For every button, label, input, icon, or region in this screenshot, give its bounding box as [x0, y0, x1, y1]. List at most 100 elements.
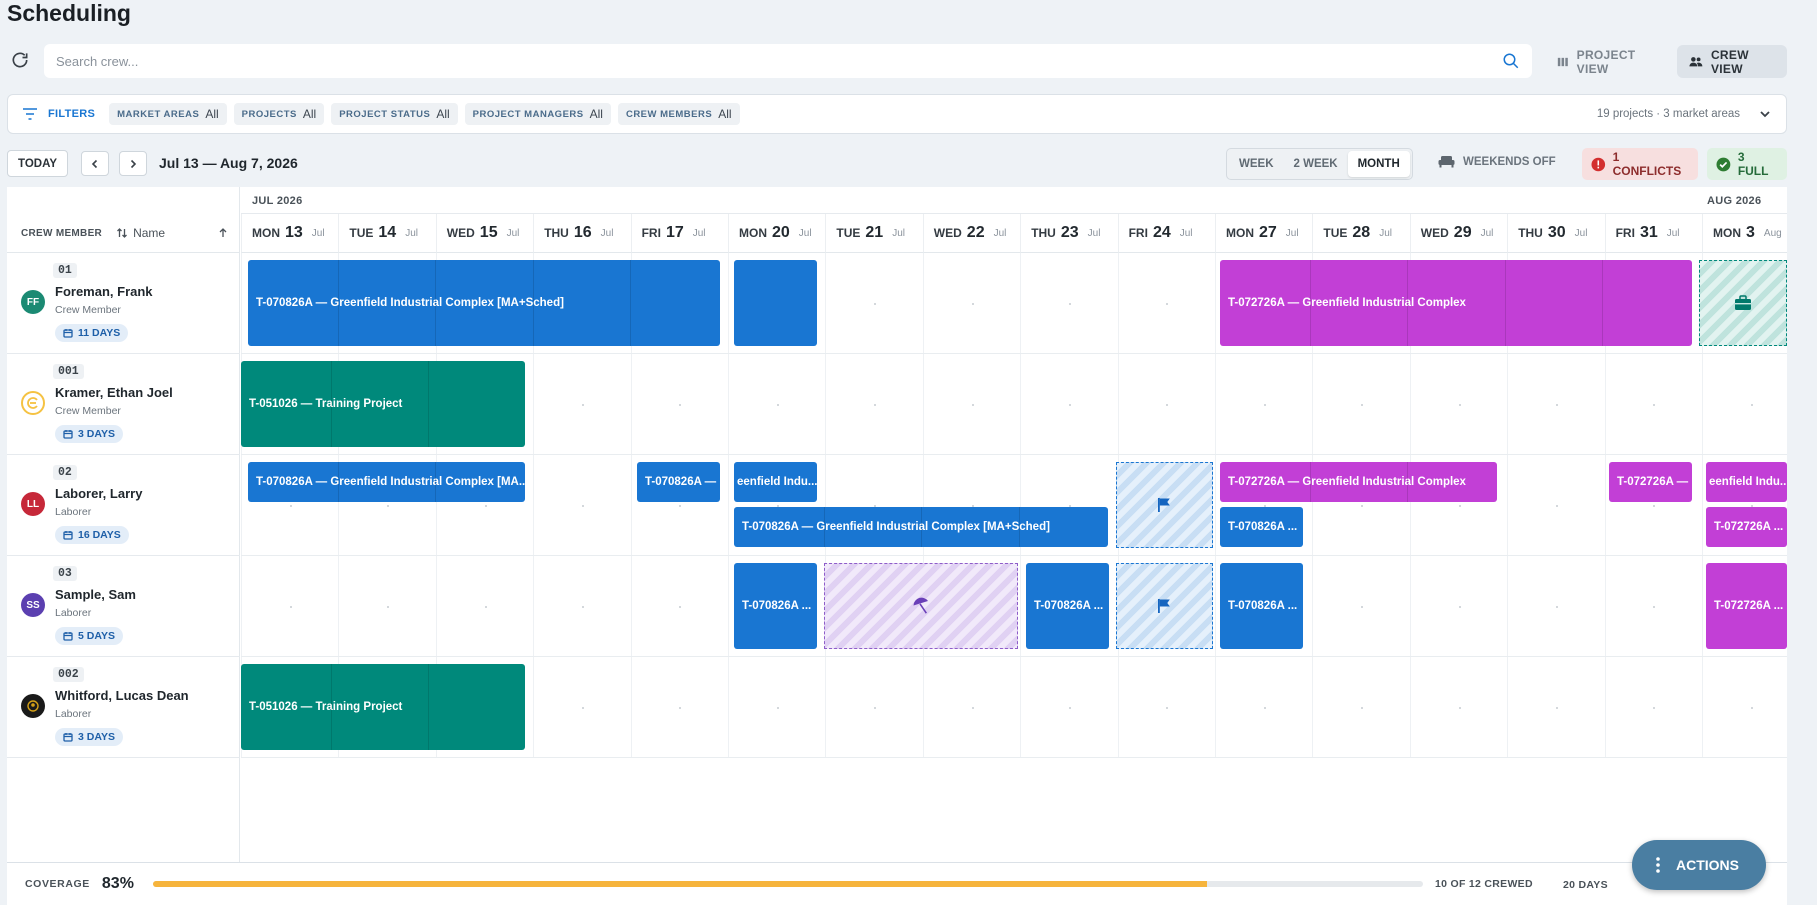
range-2week-button[interactable]: 2 WEEK	[1284, 151, 1348, 177]
day-header: TUE 14 Jul	[338, 214, 436, 253]
range-month-button[interactable]: MONTH	[1347, 151, 1410, 177]
actions-button[interactable]: ACTIONS	[1632, 840, 1766, 890]
chevron-right-icon	[130, 159, 137, 168]
day-month: Jul	[1087, 227, 1101, 239]
search-icon[interactable]	[1502, 52, 1520, 70]
filters-summary-text: 19 projects · 3 market areas	[1596, 108, 1740, 120]
empty-cell-dot	[1458, 606, 1461, 608]
crew-name[interactable]: Kramer, Ethan Joel	[55, 385, 173, 400]
refresh-icon	[12, 52, 28, 68]
assignment-block[interactable]: T-072726A — Greenfield Industrial Comple…	[1220, 260, 1692, 346]
filter-chip-crew-members[interactable]: CREW MEMBERS All	[617, 103, 740, 125]
chip-key: MARKET AREAS	[117, 108, 200, 120]
assignment-label: T-070826A — Greenfield Industrial Comple…	[742, 521, 1050, 533]
assignment-block[interactable]: T-070826A —	[637, 462, 720, 502]
day-number: 13	[285, 224, 303, 241]
availability-marker[interactable]	[824, 563, 1018, 649]
day-month: Aug	[1763, 227, 1782, 239]
row-divider	[241, 656, 1787, 657]
assignment-block[interactable]: T-072726A ...	[1706, 507, 1787, 547]
assignment-block[interactable]: T-070826A — Greenfield Industrial Comple…	[248, 462, 525, 502]
day-month: Jul	[1574, 227, 1588, 239]
assignment-block[interactable]: eenfield Indu...	[734, 462, 817, 502]
chevron-down-icon[interactable]	[1758, 107, 1772, 121]
crew-row[interactable]: 001 Kramer, Ethan Joel Crew Member 3 DAY…	[7, 354, 240, 455]
assignment-block[interactable]: T-070826A — Greenfield Industrial Comple…	[248, 260, 720, 346]
day-header: WED 29 Jul	[1409, 214, 1508, 253]
assignment-block[interactable]: T-070826A ...	[1220, 563, 1303, 649]
filter-icon	[23, 108, 37, 120]
crew-days-label: 16 DAYS	[78, 529, 121, 541]
crew-number: 002	[53, 667, 84, 682]
crew-number: 02	[53, 465, 77, 480]
crew-days-badge: 5 DAYS	[55, 627, 123, 645]
crew-row[interactable]: 01 FF Foreman, Frank Crew Member 11 DAYS	[7, 253, 240, 354]
assignment-label: eenfield Indu...	[1709, 476, 1787, 488]
availability-marker[interactable]	[1699, 260, 1787, 346]
crew-name[interactable]: Laborer, Larry	[55, 486, 142, 501]
day-month: Jul	[692, 227, 706, 239]
project-view-label: PROJECT VIEW	[1576, 47, 1636, 76]
month-strip: JUL 2026 AUG 2026	[241, 187, 1787, 214]
empty-cell-dot	[776, 707, 779, 709]
sort-control[interactable]: Name	[116, 226, 165, 240]
assignment-block[interactable]: T-072726A ...	[1706, 563, 1787, 649]
search-input[interactable]	[56, 53, 1502, 69]
weekends-label: WEEKENDS OFF	[1463, 155, 1556, 168]
availability-marker[interactable]	[1116, 462, 1213, 548]
chip-key: CREW MEMBERS	[625, 108, 713, 120]
arrow-up-icon[interactable]	[218, 228, 228, 238]
crew-name[interactable]: Sample, Sam	[55, 587, 136, 602]
assignment-block[interactable]: T-070826A ...	[1220, 507, 1303, 547]
range-selector: WEEK 2 WEEK MONTH	[1226, 148, 1413, 180]
assignment-block[interactable]: T-070826A ...	[1026, 563, 1109, 649]
day-of-week: TUE	[349, 226, 374, 240]
calendar-icon	[63, 430, 73, 439]
filter-chip-project-status[interactable]: PROJECT STATUS All	[331, 103, 458, 125]
avatar	[21, 391, 45, 415]
range-week-button[interactable]: WEEK	[1229, 151, 1284, 177]
more-vertical-icon	[1656, 857, 1660, 873]
next-button[interactable]	[119, 151, 147, 176]
assignment-block[interactable]: T-051026 — Training Project	[241, 361, 525, 447]
conflicts-button[interactable]: 1 CONFLICTS	[1582, 148, 1698, 180]
filter-chip-project-managers[interactable]: PROJECT MANAGERS All	[464, 103, 611, 125]
filters-toggle[interactable]: FILTERS	[22, 107, 95, 121]
prev-button[interactable]	[81, 151, 109, 176]
today-button[interactable]: TODAY	[7, 150, 68, 177]
day-number: 30	[1547, 224, 1566, 241]
assignment-block[interactable]: T-072726A — Greenfield Industrial Comple…	[1220, 462, 1497, 502]
assignment-label: T-051026 — Training Project	[249, 701, 403, 713]
day-number: 15	[479, 224, 498, 241]
crew-row[interactable]: 002 Whitford, Lucas Dean Laborer 3 DAYS	[7, 657, 240, 758]
project-view-button[interactable]: PROJECT VIEW	[1545, 45, 1667, 78]
assignment-block[interactable]	[734, 260, 817, 346]
availability-marker[interactable]	[1116, 563, 1213, 649]
day-of-week: WED	[933, 226, 962, 240]
crew-row[interactable]: 03 SS Sample, Sam Laborer 5 DAYS	[7, 556, 240, 657]
assignment-block[interactable]: eenfield Indu...	[1706, 462, 1787, 502]
assignment-block[interactable]: T-070826A ...	[734, 563, 817, 649]
refresh-button[interactable]	[10, 50, 30, 70]
assignment-block[interactable]: T-051026 — Training Project	[241, 664, 525, 750]
umbrella-icon	[913, 597, 928, 614]
chip-key: PROJECTS	[241, 108, 297, 120]
filter-chip-market-areas[interactable]: MARKET AREAS All	[109, 103, 227, 125]
crew-name[interactable]: Whitford, Lucas Dean	[55, 688, 189, 703]
weekends-toggle[interactable]: WEEKENDS OFF	[1438, 155, 1556, 168]
flag-icon	[1158, 498, 1170, 512]
empty-cell-dot	[581, 505, 584, 507]
assignment-block[interactable]: T-070826A — Greenfield Industrial Comple…	[734, 507, 1108, 547]
crew-view-button[interactable]: CREW VIEW	[1677, 45, 1787, 78]
day-header: THU 30 Jul	[1507, 214, 1605, 253]
empty-cell-dot	[1263, 707, 1266, 709]
crew-row[interactable]: 02 LL Laborer, Larry Laborer 16 DAYS	[7, 455, 240, 556]
crew-name[interactable]: Foreman, Frank	[55, 284, 153, 299]
filter-chip-projects[interactable]: PROJECTS All	[233, 103, 325, 125]
full-button[interactable]: 3 FULL	[1707, 148, 1787, 180]
row-divider	[241, 757, 1787, 758]
empty-cell-dot	[1068, 303, 1071, 305]
assignment-label: T-070826A —	[645, 476, 717, 488]
day-of-week: THU	[544, 226, 569, 240]
assignment-block[interactable]: T-072726A —	[1609, 462, 1692, 502]
